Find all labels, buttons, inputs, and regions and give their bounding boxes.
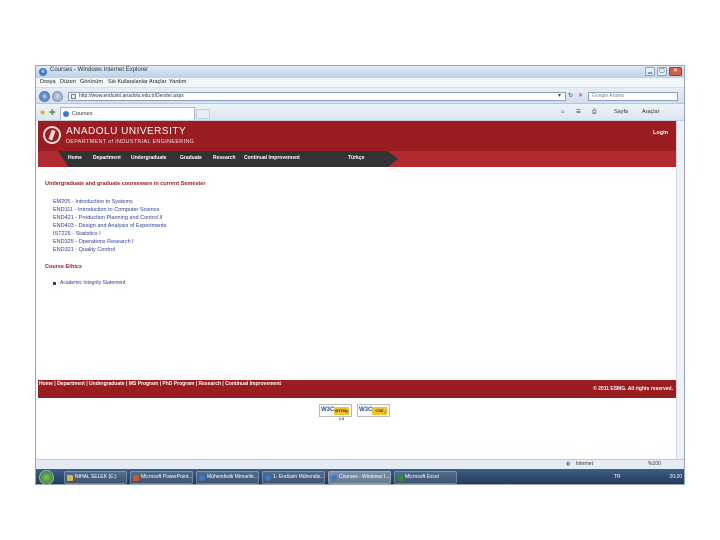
browser-window: e Courses - Windows Internet Explorer ▁ … — [35, 65, 685, 485]
home-icon[interactable]: ⌂ — [561, 109, 564, 115]
zoom-level[interactable]: %100 — [648, 461, 661, 467]
menu-tools[interactable]: Araçlar — [149, 79, 166, 85]
menu-bar: Dosya Düzen Görünüm Sık Kullanılanlar Ar… — [36, 78, 684, 88]
nav-research[interactable]: Research — [213, 155, 236, 161]
login-link[interactable]: Login — [653, 130, 668, 136]
language-indicator[interactable]: TR — [614, 474, 621, 480]
ie-icon — [265, 475, 271, 481]
footer-copyright: © 2011 ESMG. All rights reserved. — [593, 386, 673, 392]
nav-continual-improvement[interactable]: Continual Improvement — [244, 155, 300, 161]
course-link[interactable]: EM205 - Introduction to Systems — [53, 199, 133, 205]
check-icon: ✓ — [383, 409, 389, 416]
start-button[interactable] — [39, 470, 54, 484]
site-subtitle: DEPARTMENT of INDUSTRIAL ENGINEERING — [66, 139, 195, 145]
status-bar: ◍ Internet %100 — [36, 459, 684, 469]
bullet-icon — [53, 282, 56, 285]
address-url: http://www.endustri.anadolu.edu.tr/Dersl… — [79, 93, 184, 99]
search-input[interactable]: Google Arama — [588, 92, 678, 101]
site-title: ANADOLU UNIVERSITY — [66, 126, 187, 137]
print-icon[interactable]: ⎙ — [592, 109, 596, 116]
nav-department[interactable]: Department — [93, 155, 121, 161]
vertical-scrollbar[interactable] — [676, 121, 684, 459]
w3c-css-badge[interactable]: W3C CSS ✓ — [357, 404, 390, 417]
site-nav: Home Department Undergraduate Graduate R… — [38, 151, 676, 167]
course-link[interactable]: END321 - Quality Control — [53, 247, 115, 253]
site-header: ANADOLU UNIVERSITY DEPARTMENT of INDUSTR… — [38, 121, 676, 151]
new-tab-button[interactable] — [196, 109, 210, 119]
tab-row: ★ ✚ Courses ⌂ ☰ ⎙ Sayfa Araçlar — [36, 104, 684, 121]
check-icon: ✓ — [345, 409, 351, 416]
clock[interactable]: 20:20 — [669, 474, 682, 480]
page-icon — [71, 94, 76, 99]
course-link[interactable]: END421 - Production Planning and Control… — [53, 215, 162, 221]
tab-courses[interactable]: Courses — [60, 107, 195, 120]
add-favorites-icon[interactable]: ✚ — [49, 108, 56, 117]
tab-label: Courses — [72, 111, 93, 117]
task-button[interactable]: Microsoft PowerPoint... — [130, 471, 193, 484]
window-title: Courses - Windows Internet Explorer — [50, 67, 149, 73]
excel-icon — [397, 475, 403, 481]
task-button[interactable]: Microsoft Excel — [394, 471, 457, 484]
close-button[interactable]: ✕ — [669, 67, 682, 76]
folder-icon — [67, 475, 73, 481]
nav-turkish[interactable]: Türkçe — [348, 155, 364, 161]
nav-graduate[interactable]: Graduate — [180, 155, 202, 161]
footer-links[interactable]: Home | Department | Undergraduate | MS P… — [39, 381, 299, 388]
powerpoint-icon — [133, 475, 139, 481]
task-button[interactable]: Courses - Windows I... — [328, 471, 391, 484]
site-footer: Home | Department | Undergraduate | MS P… — [38, 380, 676, 398]
ethics-heading: Course Ethics — [45, 264, 82, 270]
menu-file[interactable]: Dosya — [40, 79, 56, 85]
globe-icon: ◍ — [566, 461, 571, 467]
page-menu[interactable]: Sayfa — [614, 109, 628, 115]
ie-icon — [199, 475, 205, 481]
courseware-heading: Undergraduate and graduate courseware in… — [45, 181, 206, 187]
menu-edit[interactable]: Düzen — [60, 79, 76, 85]
tools-menu[interactable]: Araçlar — [642, 109, 659, 115]
stop-icon[interactable]: ✕ — [578, 92, 583, 99]
maximize-button[interactable]: ▢ — [657, 67, 667, 76]
menu-favorites[interactable]: Sık Kullanılanlar — [108, 79, 148, 85]
ie-icon — [331, 475, 337, 481]
tab-ie-icon — [63, 111, 69, 117]
task-button[interactable]: Mühendislik Mimarlık... — [196, 471, 259, 484]
nav-undergraduate[interactable]: Undergraduate — [131, 155, 167, 161]
w3c-xhtml-badge[interactable]: W3C XHTML 1.0 ✓ — [319, 404, 352, 421]
back-button[interactable]: ‹ — [39, 91, 50, 102]
address-row: ‹ › http://www.endustri.anadolu.edu.tr/D… — [36, 88, 684, 104]
course-link[interactable]: IST225 - Statistics I — [53, 231, 101, 237]
taskbar: NIHAL SELEK (E:) Microsoft PowerPoint...… — [36, 469, 684, 484]
dropdown-arrow-icon[interactable]: ▾ — [558, 92, 561, 99]
task-button[interactable]: NIHAL SELEK (E:) — [64, 471, 127, 484]
minimize-button[interactable]: ▁ — [645, 67, 655, 76]
task-button[interactable]: 1- Endüstri Mühendis... — [262, 471, 325, 484]
title-bar: e Courses - Windows Internet Explorer ▁ … — [36, 66, 684, 78]
academic-integrity-link[interactable]: Academic Integrity Statement — [60, 280, 125, 286]
address-input[interactable]: http://www.endustri.anadolu.edu.tr/Dersl… — [68, 92, 566, 101]
university-logo[interactable] — [43, 126, 61, 144]
menu-help[interactable]: Yardım — [169, 79, 186, 85]
menu-view[interactable]: Görünüm — [80, 79, 103, 85]
ie-icon: e — [39, 68, 47, 76]
course-link[interactable]: END403 - Design and Analysis of Experime… — [53, 223, 166, 229]
favorites-star-icon[interactable]: ★ — [39, 108, 46, 117]
forward-button[interactable]: › — [52, 91, 63, 102]
course-link[interactable]: END325 - Operations Research I — [53, 239, 134, 245]
feeds-icon[interactable]: ☰ — [576, 109, 581, 115]
page-viewport: ANADOLU UNIVERSITY DEPARTMENT of INDUSTR… — [36, 121, 678, 459]
course-link[interactable]: END111 - Introduction to Computer Scienc… — [53, 207, 160, 213]
nav-home[interactable]: Home — [68, 155, 82, 161]
refresh-icon[interactable]: ↻ — [568, 92, 573, 99]
security-zone: Internet — [576, 461, 593, 467]
